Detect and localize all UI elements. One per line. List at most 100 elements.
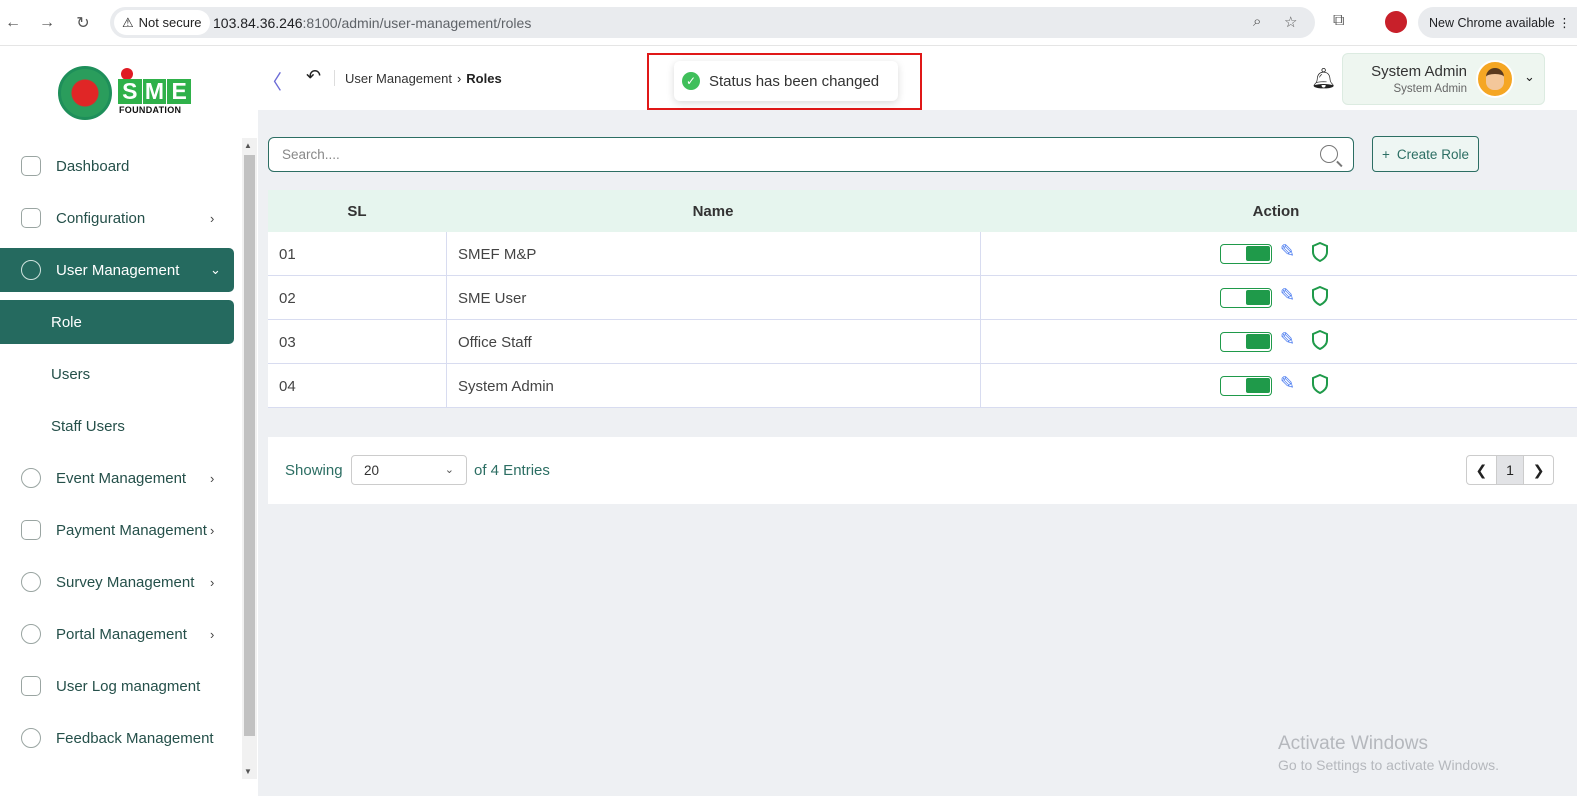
row-name: SMEF M&P xyxy=(458,246,537,263)
browser-profile-avatar[interactable] xyxy=(1385,11,1407,33)
table-row: 02 SME User ✎ xyxy=(268,276,1577,320)
row-sl: 04 xyxy=(279,378,296,395)
sidebar-item-portal-management[interactable]: Portal Management › xyxy=(0,612,234,656)
update-chip[interactable]: New Chrome available ⋮ xyxy=(1418,7,1577,38)
row-sl: 01 xyxy=(279,246,296,263)
forward-arrow-icon[interactable]: → xyxy=(36,12,58,34)
row-name: SME User xyxy=(458,290,527,307)
star-icon[interactable]: ☆ xyxy=(1284,13,1297,31)
table-row: 04 System Admin ✎ xyxy=(268,364,1577,408)
sidebar-item-event-management[interactable]: Event Management › xyxy=(0,456,234,500)
sme-logo[interactable]: SME xyxy=(118,79,192,104)
column-header-sl: SL xyxy=(347,202,367,220)
column-header-name: Name xyxy=(692,202,734,220)
permission-shield-icon[interactable] xyxy=(1311,374,1329,394)
sidebar-scrollbar-thumb[interactable] xyxy=(244,155,255,736)
permission-shield-icon[interactable] xyxy=(1311,242,1329,262)
sidebar: Dashboard Configuration › User Managemen… xyxy=(0,138,240,796)
search-icon[interactable] xyxy=(1320,145,1338,163)
create-role-button[interactable]: + Create Role xyxy=(1372,136,1479,172)
pagination-panel: Showing 20 ⌄ of 4 Entries ❮ 1 ❯ xyxy=(268,437,1577,504)
sidebar-item-user-management[interactable]: User Management ⌄ xyxy=(0,248,234,292)
row-sl: 02 xyxy=(279,290,296,307)
security-chip[interactable]: ⚠ Not secure xyxy=(114,10,210,35)
sidebar-item-feedback-management[interactable]: Feedback Management xyxy=(0,716,234,760)
government-seal-logo xyxy=(58,66,112,120)
security-label: Not secure xyxy=(138,15,202,30)
page-size-select[interactable]: 20 ⌄ xyxy=(351,455,467,485)
bell-icon[interactable]: 🔔︎ xyxy=(1311,66,1336,91)
sidebar-item-dashboard[interactable]: Dashboard xyxy=(0,144,234,188)
status-toggle[interactable] xyxy=(1220,376,1272,396)
sidebar-item-configuration[interactable]: Configuration › xyxy=(0,196,234,240)
chevron-down-icon: ⌄ xyxy=(444,464,454,476)
user-name: System Admin xyxy=(1371,63,1467,80)
sidebar-item-payment-management[interactable]: Payment Management › xyxy=(0,508,234,552)
back-arrow-icon[interactable]: ← xyxy=(2,12,24,34)
breadcrumb-parent[interactable]: User Management xyxy=(345,71,452,86)
permission-shield-icon[interactable] xyxy=(1311,330,1329,350)
status-toggle[interactable] xyxy=(1220,244,1272,264)
edit-icon[interactable]: ✎ xyxy=(1280,373,1295,394)
sidebar-subitem-staff-users[interactable]: Staff Users xyxy=(0,404,234,448)
configuration-icon xyxy=(21,208,41,228)
chevron-right-icon: › xyxy=(210,210,215,226)
sidebar-item-user-log[interactable]: User Log managment xyxy=(0,664,234,708)
chevron-right-icon: › xyxy=(210,574,215,590)
table-header: SL Name Action xyxy=(268,190,1577,232)
table-row: 01 SMEF M&P ✎ xyxy=(268,232,1577,276)
chevron-right-icon: › xyxy=(210,522,215,538)
next-page-icon[interactable]: ❯ xyxy=(1524,456,1553,484)
plus-icon: + xyxy=(1382,146,1390,162)
permission-shield-icon[interactable] xyxy=(1311,286,1329,306)
warning-icon: ⚠ xyxy=(122,14,134,30)
edit-icon[interactable]: ✎ xyxy=(1280,285,1295,306)
check-circle-icon: ✓ xyxy=(682,72,700,90)
sidebar-subitem-users[interactable]: Users xyxy=(0,352,234,396)
search-input[interactable] xyxy=(282,147,1282,162)
scroll-down-icon[interactable]: ▼ xyxy=(244,767,252,776)
sidebar-item-survey-management[interactable]: Survey Management › xyxy=(0,560,234,604)
table-row: 03 Office Staff ✎ xyxy=(268,320,1577,364)
chevron-right-icon: › xyxy=(210,626,215,642)
previous-page-icon[interactable]: ❮ xyxy=(1467,456,1496,484)
sidebar-collapse-icon[interactable]: 〈 xyxy=(262,66,282,95)
breadcrumb: User Management › Roles xyxy=(345,71,502,86)
zoom-icon[interactable]: ⌕ xyxy=(1253,13,1261,30)
user-menu[interactable]: System Admin System Admin ⌄ xyxy=(1342,53,1545,105)
status-toggle[interactable] xyxy=(1220,332,1272,352)
chevron-down-icon: ⌄ xyxy=(1524,69,1535,84)
chevron-right-icon: › xyxy=(456,71,462,86)
roles-table: SL Name Action 01 SMEF M&P ✎ 02 SME User… xyxy=(268,190,1577,408)
log-icon xyxy=(21,676,41,696)
edit-icon[interactable]: ✎ xyxy=(1280,241,1295,262)
lock-icon xyxy=(21,468,41,488)
pie-chart-icon xyxy=(21,572,41,592)
status-toggle[interactable] xyxy=(1220,288,1272,308)
logo-subtitle: FOUNDATION xyxy=(119,105,182,115)
reload-icon[interactable]: ↻ xyxy=(72,12,94,34)
toast-message: Status has been changed xyxy=(709,72,880,90)
undo-back-icon[interactable]: ↶ xyxy=(306,66,321,87)
pager: ❮ 1 ❯ xyxy=(1466,455,1554,485)
extensions-icon[interactable]: ⧉ xyxy=(1333,12,1344,30)
url-text: 103.84.36.246:8100/admin/user-management… xyxy=(213,15,532,31)
activation-watermark-title: Activate Windows xyxy=(1278,733,1428,754)
page-number[interactable]: 1 xyxy=(1495,456,1525,484)
activation-watermark-subtitle: Go to Settings to activate Windows. xyxy=(1278,757,1499,773)
lock-icon xyxy=(21,624,41,644)
divider xyxy=(334,70,335,86)
chevron-down-icon: ⌄ xyxy=(210,262,221,277)
row-name: System Admin xyxy=(458,378,554,395)
address-bar[interactable]: ⚠ Not secure 103.84.36.246:8100/admin/us… xyxy=(110,7,1315,38)
scroll-up-icon[interactable]: ▲ xyxy=(244,141,252,150)
row-name: Office Staff xyxy=(458,334,532,351)
showing-label: Showing xyxy=(285,462,343,479)
edit-icon[interactable]: ✎ xyxy=(1280,329,1295,350)
shield-user-icon xyxy=(21,260,41,280)
column-header-action: Action xyxy=(1252,202,1300,220)
search-field[interactable] xyxy=(268,137,1354,172)
chevron-right-icon: › xyxy=(210,470,215,486)
sidebar-subitem-role[interactable]: Role xyxy=(0,300,234,344)
avatar xyxy=(1476,60,1514,98)
